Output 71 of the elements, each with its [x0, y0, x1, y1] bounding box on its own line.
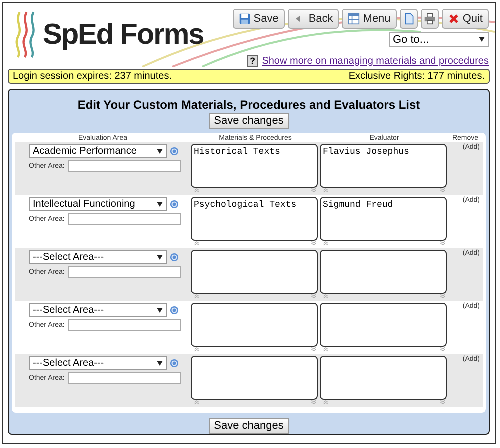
text-area[interactable]	[191, 356, 318, 400]
back-button[interactable]: Back	[288, 9, 340, 29]
caret-icon	[157, 202, 163, 206]
print-button[interactable]	[420, 9, 439, 29]
expand-down-icon[interactable]	[440, 400, 446, 405]
session-expiry-text: Login session expires: 237 minutes.	[13, 71, 172, 82]
page-title: Edit Your Custom Materials, Procedures and Evaluators List	[78, 98, 420, 112]
caret-icon	[157, 148, 163, 154]
expand-down-icon[interactable]	[440, 294, 446, 299]
help-button[interactable]: ?	[247, 55, 258, 67]
expand-up-icon[interactable]	[323, 347, 329, 352]
caret-icon	[479, 37, 485, 42]
area-dropdown[interactable]: Academic Performance	[29, 144, 167, 158]
help-icon[interactable]	[170, 252, 179, 262]
save-changes-button[interactable]: Save changes	[209, 418, 289, 434]
area-dropdown[interactable]: ---Select Area---	[29, 250, 167, 264]
help-icon[interactable]	[170, 200, 179, 208]
text-area[interactable]: Historical Texts	[191, 144, 318, 188]
expand-down-icon[interactable]	[311, 400, 317, 405]
other-area-field[interactable]	[68, 319, 181, 331]
expand-down-icon[interactable]	[311, 294, 317, 299]
help-icon[interactable]	[170, 358, 179, 368]
area-dropdown[interactable]: ---Select Area---	[29, 356, 167, 370]
area-dropdown[interactable]: ---Select Area---	[29, 303, 167, 317]
other-area-field[interactable]	[68, 372, 181, 384]
expand-down-icon[interactable]	[311, 188, 317, 193]
expand-up-icon[interactable]	[323, 241, 329, 246]
text-area[interactable]	[191, 303, 318, 347]
expand-up-icon[interactable]	[323, 294, 329, 299]
left-arrow-icon	[294, 15, 302, 23]
menu-button[interactable]: Menu	[342, 9, 397, 29]
goto-dropdown[interactable]: Go to...	[389, 32, 489, 47]
other-area-field[interactable]	[68, 160, 181, 172]
expand-down-icon[interactable]	[311, 347, 317, 352]
document-icon	[402, 13, 415, 25]
caret-icon	[157, 308, 163, 312]
exclusive-rights-text: Exclusive Rights: 177 minutes.	[348, 71, 485, 82]
expand-down-icon[interactable]	[440, 188, 446, 193]
text-area[interactable]	[320, 356, 447, 400]
save-button[interactable]: Save	[232, 9, 285, 29]
text-area[interactable]: Psychological Texts	[191, 197, 318, 241]
expand-up-icon[interactable]	[194, 347, 200, 352]
expand-down-icon[interactable]	[311, 241, 317, 246]
document-button[interactable]	[400, 9, 418, 29]
table-icon	[348, 13, 360, 25]
logo-text: SpEd Forms	[43, 18, 204, 52]
expand-up-icon[interactable]	[194, 400, 200, 405]
expand-up-icon[interactable]	[323, 400, 329, 405]
expand-up-icon[interactable]	[194, 188, 200, 193]
expand-up-icon[interactable]	[323, 188, 329, 193]
printer-icon	[424, 13, 436, 25]
help-icon[interactable]	[170, 146, 179, 156]
text-area[interactable]	[320, 250, 447, 294]
expand-up-icon[interactable]	[194, 241, 200, 246]
expand-down-icon[interactable]	[440, 347, 446, 352]
close-icon	[448, 13, 460, 25]
area-dropdown[interactable]: Intellectual Functioning	[29, 197, 167, 211]
text-area[interactable]	[191, 250, 318, 294]
expand-down-icon[interactable]	[440, 241, 446, 246]
text-area[interactable]: Sigmund Freud	[320, 197, 447, 241]
save-changes-button[interactable]: Save changes	[209, 113, 289, 129]
help-link[interactable]: Show more on managing materials and procedures	[262, 56, 489, 66]
other-area-field[interactable]	[68, 266, 181, 278]
other-area-field[interactable]	[68, 213, 181, 225]
help-icon[interactable]	[170, 306, 179, 314]
caret-icon	[157, 360, 163, 366]
quit-button[interactable]: Quit	[442, 9, 489, 29]
expand-up-icon[interactable]	[194, 294, 200, 299]
caret-icon	[157, 254, 163, 260]
text-area[interactable]: Flavius Josephus	[320, 144, 447, 188]
text-area[interactable]	[320, 303, 447, 347]
